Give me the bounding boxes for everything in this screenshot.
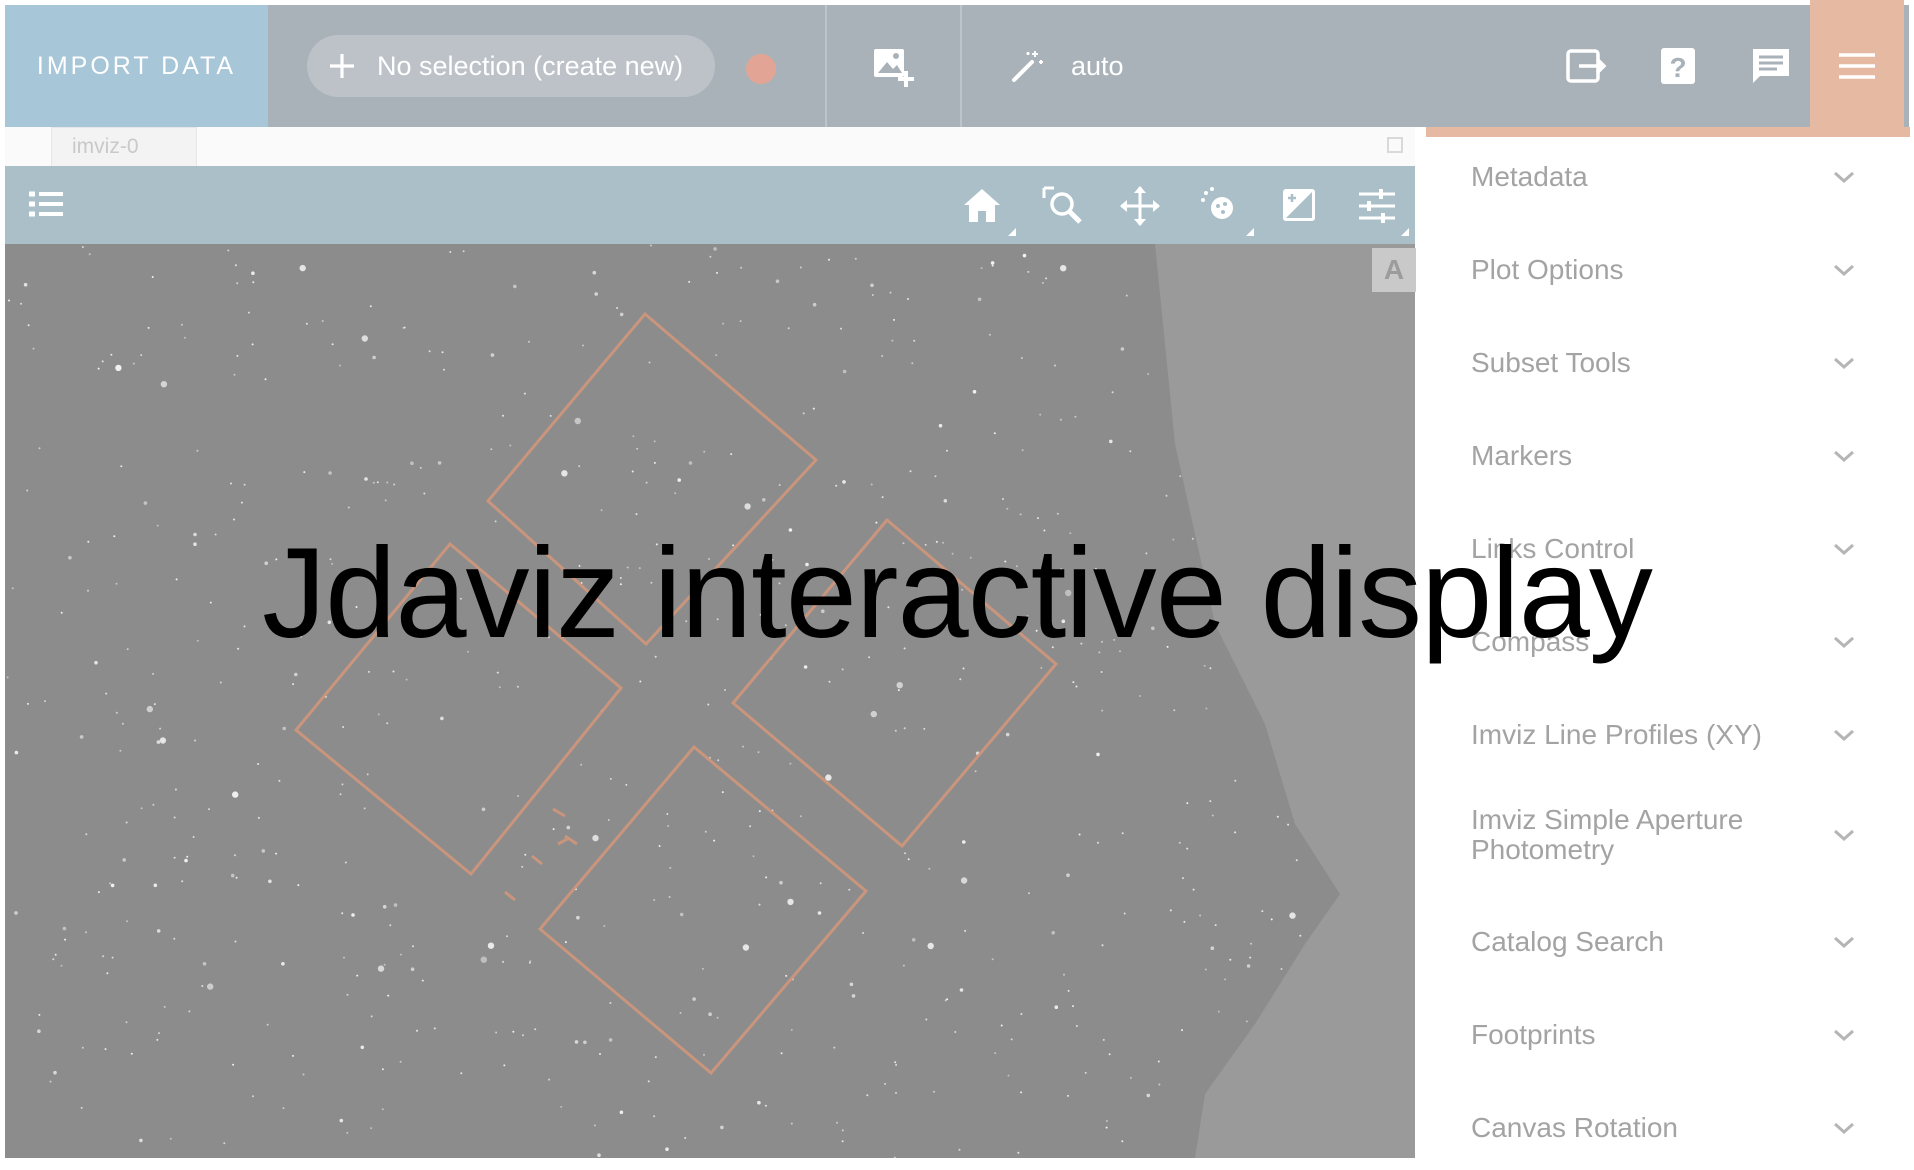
pan-icon[interactable] xyxy=(1118,184,1162,228)
footprint-bottom xyxy=(537,744,869,1076)
submenu-indicator xyxy=(1008,228,1016,236)
tray-item-label: Imviz Line Profiles (XY) xyxy=(1471,719,1762,750)
export-icon[interactable] xyxy=(1565,45,1607,87)
tray-item-canvas-rotation[interactable]: Canvas Rotation xyxy=(1471,1108,1891,1148)
plus-icon xyxy=(307,51,377,81)
chevron-down-icon xyxy=(1834,264,1854,277)
viewer-tab[interactable]: imviz-0 xyxy=(51,127,197,166)
tray-item-label: Metadata xyxy=(1471,161,1588,192)
tray-item-label: Footprints xyxy=(1471,1019,1596,1050)
viewer-toolbar xyxy=(5,166,1415,244)
tray-item-plot-options[interactable]: Plot Options xyxy=(1471,250,1891,290)
maximize-icon[interactable] xyxy=(1387,137,1403,153)
toolbar-divider xyxy=(825,5,827,127)
settings-sliders-icon[interactable] xyxy=(1355,184,1399,228)
a-button[interactable]: A xyxy=(1372,248,1416,292)
import-data-button[interactable]: IMPORT DATA xyxy=(5,5,268,127)
tray-accent-bar xyxy=(1426,127,1910,137)
tray-item-line-profiles[interactable]: Imviz Line Profiles (XY) xyxy=(1471,715,1891,755)
home-icon[interactable] xyxy=(960,184,1004,228)
overlay-title: Jdaviz interactive display xyxy=(262,522,1653,665)
viewer-tab-strip: imviz-0 xyxy=(5,127,1415,166)
zoom-icon[interactable] xyxy=(1040,184,1084,228)
chevron-down-icon xyxy=(1834,450,1854,463)
magic-wand-icon[interactable] xyxy=(1008,46,1048,86)
chevron-down-icon xyxy=(1834,936,1854,949)
contrast-icon[interactable] xyxy=(1278,184,1322,228)
tray-item-footprints[interactable]: Footprints xyxy=(1471,1015,1891,1055)
subset-select-label: No selection (create new) xyxy=(377,50,684,81)
submenu-indicator xyxy=(1246,228,1254,236)
submenu-indicator xyxy=(1401,228,1409,236)
app-toolbar: IMPORT DATA No selection (create new) au… xyxy=(5,5,1909,127)
comment-icon[interactable] xyxy=(1750,45,1792,87)
chevron-down-icon xyxy=(1834,171,1854,184)
tray-item-metadata[interactable]: Metadata xyxy=(1471,157,1891,197)
hamburger-menu-icon[interactable] xyxy=(1810,0,1904,132)
tray-item-label: Imviz Simple Aperture Photometry xyxy=(1471,804,1744,865)
tray-item-aperture-photometry[interactable]: Imviz Simple Aperture Photometry xyxy=(1471,801,1891,869)
chevron-down-icon xyxy=(1834,729,1854,742)
toolbar-divider xyxy=(960,5,962,127)
image-canvas[interactable] xyxy=(5,244,1415,1158)
subset-select[interactable]: No selection (create new) xyxy=(307,35,715,97)
chevron-down-icon xyxy=(1834,1029,1854,1042)
svg-text:?: ? xyxy=(1669,52,1686,83)
footprint-overlay xyxy=(293,244,1415,1158)
layer-list-icon[interactable] xyxy=(25,184,69,228)
tray-item-markers[interactable]: Markers xyxy=(1471,436,1891,476)
tray-item-label: Markers xyxy=(1471,440,1573,471)
tray-item-catalog-search[interactable]: Catalog Search xyxy=(1471,922,1891,962)
layout-mode-label[interactable]: auto xyxy=(1071,51,1124,82)
tray-item-label: Subset Tools xyxy=(1471,347,1631,378)
tray-item-label: Catalog Search xyxy=(1471,926,1665,957)
tray-item-label: Canvas Rotation xyxy=(1471,1112,1679,1143)
subset-color-indicator xyxy=(746,54,776,84)
footprint-fragments xyxy=(504,807,578,902)
stretch-icon[interactable] xyxy=(1198,184,1242,228)
add-image-icon[interactable] xyxy=(870,43,916,89)
chevron-down-icon xyxy=(1834,357,1854,370)
chevron-down-icon xyxy=(1834,829,1854,842)
tray-item-label: Plot Options xyxy=(1471,254,1624,285)
help-icon[interactable]: ? xyxy=(1657,45,1699,87)
chevron-down-icon xyxy=(1834,1122,1854,1135)
tray-item-subset-tools[interactable]: Subset Tools xyxy=(1471,343,1891,383)
